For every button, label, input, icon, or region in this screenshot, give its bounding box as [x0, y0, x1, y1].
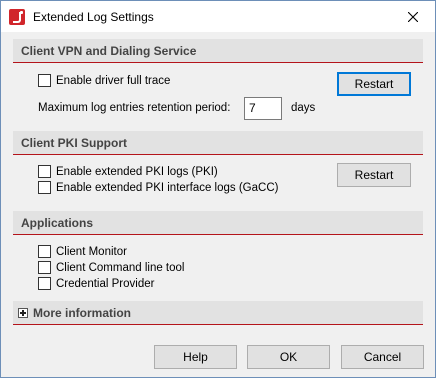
- client-monitor-checkbox-box[interactable]: [38, 245, 51, 258]
- client-monitor-label: Client Monitor: [56, 245, 127, 258]
- credential-provider-checkbox-box[interactable]: [38, 277, 51, 290]
- close-button[interactable]: [391, 1, 435, 32]
- command-line-tool-checkbox-box[interactable]: [38, 261, 51, 274]
- applications-section-title: Applications: [21, 216, 94, 230]
- pki-restart-button[interactable]: Restart: [337, 163, 411, 187]
- vpn-section-title: Client VPN and Dialing Service: [21, 44, 197, 58]
- vpn-section-header: Client VPN and Dialing Service: [13, 39, 423, 63]
- retention-period-label: Maximum log entries retention period:: [38, 102, 231, 114]
- ok-button[interactable]: OK: [247, 345, 330, 369]
- pki-logs-label: Enable extended PKI logs (PKI): [56, 165, 218, 178]
- pki-interface-logs-checkbox-box[interactable]: [38, 181, 51, 194]
- credential-provider-checkbox[interactable]: Credential Provider: [38, 277, 154, 290]
- pki-interface-logs-checkbox[interactable]: Enable extended PKI interface logs (GaCC…: [38, 181, 278, 194]
- pki-logs-checkbox-box[interactable]: [38, 165, 51, 178]
- pki-logs-checkbox[interactable]: Enable extended PKI logs (PKI): [38, 165, 218, 178]
- driver-trace-label: Enable driver full trace: [56, 74, 171, 87]
- title-bar: Extended Log Settings: [1, 1, 435, 32]
- driver-trace-checkbox-box[interactable]: [38, 74, 51, 87]
- command-line-tool-label: Client Command line tool: [56, 261, 185, 274]
- vpn-restart-button[interactable]: Restart: [337, 72, 411, 96]
- cancel-button[interactable]: Cancel: [341, 345, 424, 369]
- client-monitor-checkbox[interactable]: Client Monitor: [38, 245, 127, 258]
- extended-log-settings-dialog: Extended Log Settings Client VPN and Dia…: [0, 0, 436, 378]
- applications-section-header: Applications: [13, 211, 423, 235]
- retention-unit-label: days: [291, 102, 316, 114]
- retention-period-input[interactable]: 7: [244, 97, 282, 120]
- command-line-tool-checkbox[interactable]: Client Command line tool: [38, 261, 184, 274]
- help-button[interactable]: Help: [154, 345, 237, 369]
- window-title: Extended Log Settings: [33, 10, 154, 24]
- expand-plus-icon[interactable]: [18, 308, 28, 318]
- app-logo-icon: [9, 9, 25, 25]
- driver-trace-checkbox[interactable]: Enable driver full trace: [38, 74, 170, 87]
- pki-interface-logs-label: Enable extended PKI interface logs (GaCC…: [56, 181, 279, 194]
- credential-provider-label: Credential Provider: [56, 277, 155, 290]
- dialog-footer: Help OK Cancel: [1, 335, 435, 377]
- pki-section-title: Client PKI Support: [21, 136, 127, 150]
- more-information-label[interactable]: More information: [33, 306, 131, 320]
- more-information-header[interactable]: More information: [13, 301, 423, 325]
- pki-section-header: Client PKI Support: [13, 131, 423, 155]
- close-icon: [408, 11, 418, 22]
